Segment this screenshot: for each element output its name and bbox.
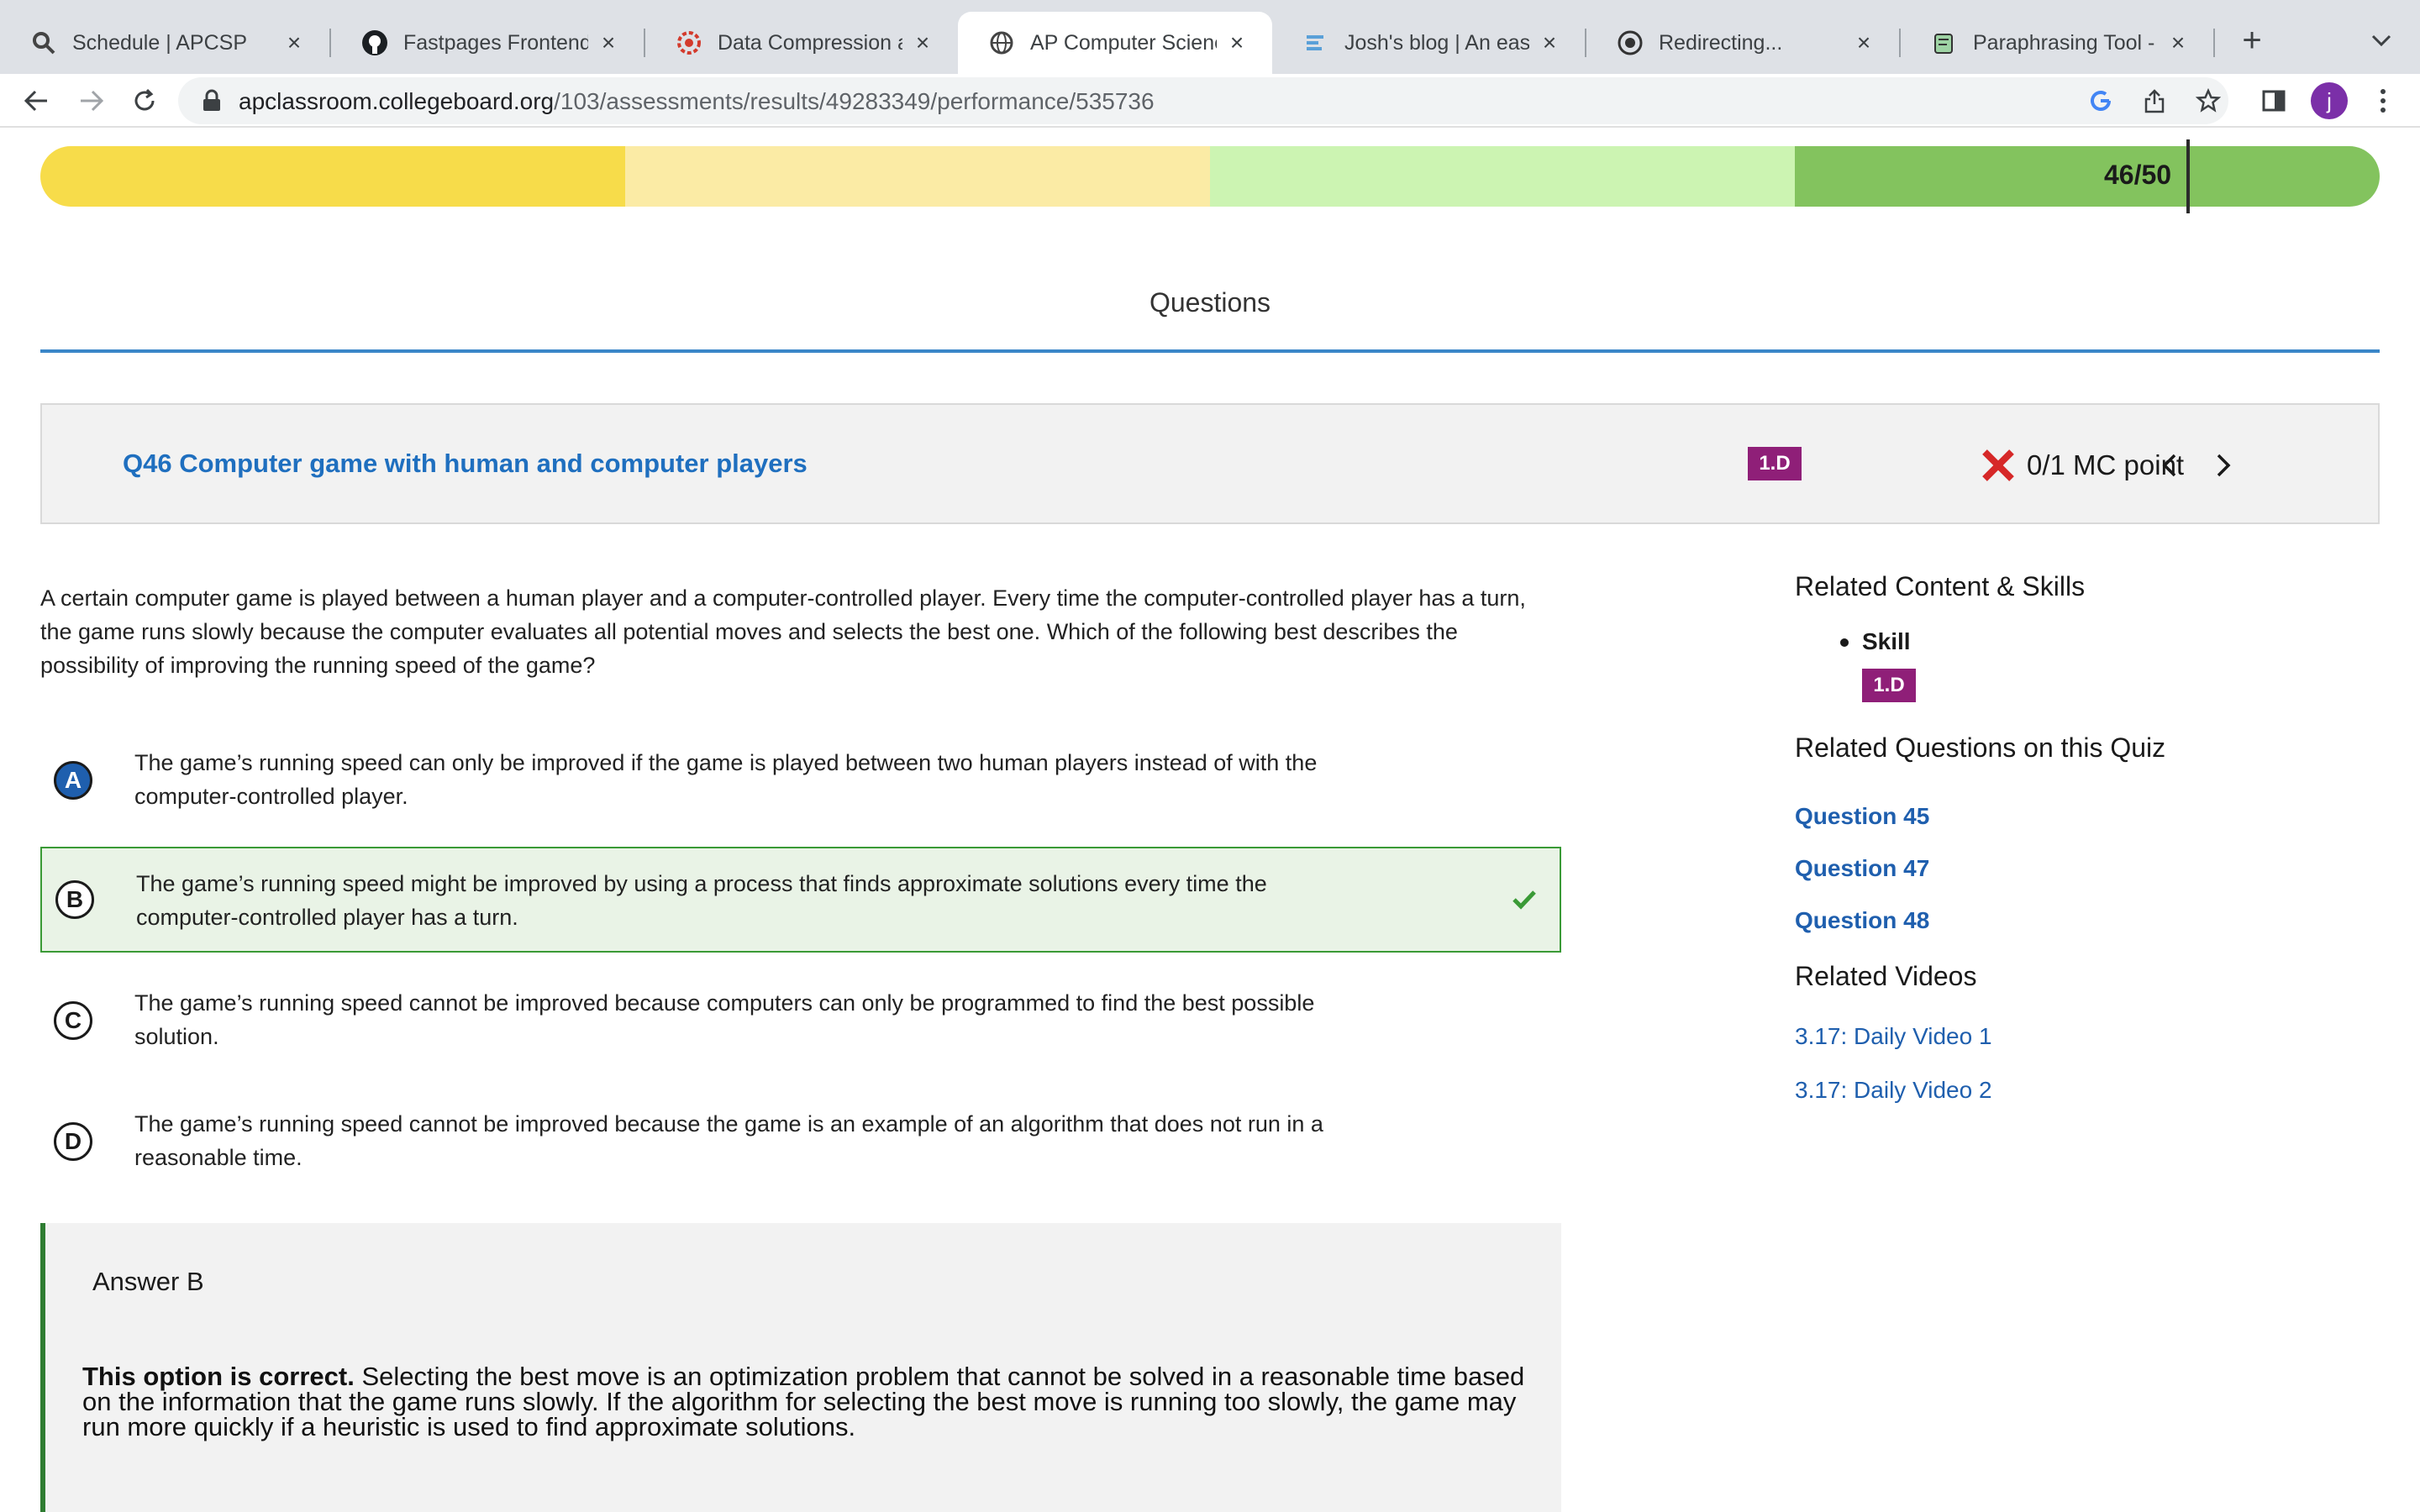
side-panel-icon[interactable]	[2254, 81, 2294, 121]
blog-favicon-icon	[1302, 29, 1329, 56]
google-icon[interactable]	[2081, 81, 2121, 121]
related-question-link[interactable]: Question 48	[1795, 907, 1929, 934]
tab-schedule-apcsp[interactable]: Schedule | APCSP ×	[0, 12, 329, 74]
red-gear-favicon-icon	[676, 29, 702, 56]
close-icon[interactable]: ×	[1223, 29, 1250, 56]
correct-check-icon	[1512, 890, 1536, 910]
sidebar-skill-badge: 1.D	[1862, 669, 1916, 702]
tab-title: Fastpages Frontend D	[403, 30, 588, 55]
tab-title: Josh's blog | An easy	[1344, 30, 1529, 55]
tab-questions[interactable]: Questions	[40, 269, 2380, 353]
next-question-chevron-icon[interactable]	[2200, 442, 2247, 489]
tab-separator	[2213, 29, 2215, 57]
tab-title: Redirecting...	[1659, 30, 1783, 55]
score-bar-segment	[1210, 146, 1795, 207]
bookmark-star-icon[interactable]	[2188, 81, 2228, 121]
related-questions-heading: Related Questions on this Quiz	[1795, 732, 2166, 763]
related-question-link[interactable]: Question 47	[1795, 855, 1929, 882]
close-icon[interactable]: ×	[1850, 29, 1877, 56]
tab-questions-label: Questions	[1149, 287, 1271, 318]
close-icon[interactable]: ×	[281, 29, 308, 56]
url-path: /103/assessments/results/49283349/perfor…	[554, 88, 1155, 114]
address-bar[interactable]: apclassroom.collegeboard.org/103/assessm…	[178, 77, 2228, 124]
answer-text: This option is correct. Selecting the be…	[82, 1363, 1544, 1440]
close-icon[interactable]: ×	[595, 29, 622, 56]
reload-icon[interactable]	[124, 81, 165, 121]
skill-badge: 1.D	[1748, 447, 1802, 480]
kebab-menu-icon[interactable]	[2363, 81, 2403, 121]
url-text: apclassroom.collegeboard.org/103/assessm…	[239, 88, 1155, 115]
browser-toolbar: apclassroom.collegeboard.org/103/assessm…	[0, 74, 2420, 128]
close-icon[interactable]: ×	[2165, 29, 2191, 56]
skill-label: Skill	[1862, 628, 1911, 654]
paraphrase-favicon-icon	[1931, 29, 1958, 56]
tab-title: AP Computer Science	[1030, 30, 1217, 55]
back-arrow-icon[interactable]	[17, 81, 57, 121]
tab-title: Schedule | APCSP	[72, 30, 248, 55]
tab-redirecting[interactable]: Redirecting... ×	[1586, 12, 1899, 74]
related-video-link[interactable]: 3.17: Daily Video 2	[1795, 1077, 1992, 1104]
related-question-link[interactable]: Question 45	[1795, 803, 1929, 830]
option-text: The game’s running speed might be improv…	[136, 871, 1267, 930]
close-icon[interactable]: ×	[1536, 29, 1563, 56]
apcsp-favicon-icon	[30, 29, 57, 56]
tab-data-compression[interactable]: Data Compression an ×	[645, 12, 958, 74]
option-text: The game’s running speed can only be imp…	[134, 750, 1318, 809]
related-video-link[interactable]: 3.17: Daily Video 1	[1795, 1023, 1992, 1050]
tab-search-chevron-icon[interactable]	[2365, 24, 2398, 57]
score-marker	[2186, 139, 2190, 213]
profile-avatar[interactable]: j	[2311, 82, 2348, 119]
answer-option-c[interactable]: C The game’s running speed cannot be imp…	[40, 968, 1561, 1074]
new-tab-plus-icon[interactable]: +	[2233, 22, 2270, 59]
question-header: Q46 Computer game with human and compute…	[40, 403, 2380, 524]
option-letter-a: A	[54, 761, 92, 800]
answer-heading: Answer B	[92, 1267, 204, 1296]
option-text: The game’s running speed cannot be impro…	[134, 1111, 1323, 1170]
option-letter-c: C	[54, 1001, 92, 1040]
score-bar-segment	[625, 146, 1210, 207]
score-label: 46/50	[2104, 160, 2172, 190]
question-title-link[interactable]: Q46 Computer game with human and compute…	[123, 449, 808, 479]
score-bar	[40, 146, 2380, 207]
previous-question-chevron-icon[interactable]	[2146, 442, 2193, 489]
option-text: The game’s running speed cannot be impro…	[134, 990, 1315, 1049]
redirect-favicon-icon	[1617, 29, 1644, 56]
bullet	[1840, 638, 1849, 647]
url-host: apclassroom.collegeboard.org	[239, 88, 555, 114]
forward-arrow-icon[interactable]	[71, 81, 111, 121]
option-letter-d: D	[54, 1122, 92, 1161]
related-content-heading: Related Content & Skills	[1795, 571, 2086, 601]
close-icon[interactable]: ×	[909, 29, 936, 56]
score-bar-segment	[1795, 146, 2380, 207]
question-stem: A certain computer game is played betwee…	[40, 585, 1526, 678]
answer-option-d[interactable]: D The game’s running speed cannot be imp…	[40, 1089, 1561, 1194]
tab-title: Paraphrasing Tool - AI	[1973, 30, 2158, 55]
option-letter-b: B	[55, 880, 94, 919]
answer-option-b[interactable]: B The game’s running speed might be impr…	[40, 847, 1561, 953]
lock-icon[interactable]	[202, 89, 222, 113]
tab-ap-computer-science[interactable]: AP Computer Science ×	[958, 12, 1272, 74]
share-icon[interactable]	[2134, 81, 2175, 121]
incorrect-x-icon	[1982, 449, 2014, 481]
tab-joshs-blog[interactable]: Josh's blog | An easy ×	[1272, 12, 1585, 74]
tab-strip: Schedule | APCSP × Fastpages Frontend D …	[0, 0, 2420, 74]
globe-icon	[988, 29, 1015, 56]
answer-explanation: Answer B This option is correct. Selecti…	[40, 1223, 1561, 1512]
related-videos-heading: Related Videos	[1795, 961, 1977, 991]
github-icon	[361, 29, 388, 56]
tab-title: Data Compression an	[718, 30, 902, 55]
tab-paraphrasing-tool[interactable]: Paraphrasing Tool - AI ×	[1901, 12, 2213, 74]
tab-fastpages[interactable]: Fastpages Frontend D ×	[331, 12, 644, 74]
score-bar-segment	[40, 146, 625, 207]
answer-option-a[interactable]: A The game’s running speed can only be i…	[40, 727, 1561, 833]
